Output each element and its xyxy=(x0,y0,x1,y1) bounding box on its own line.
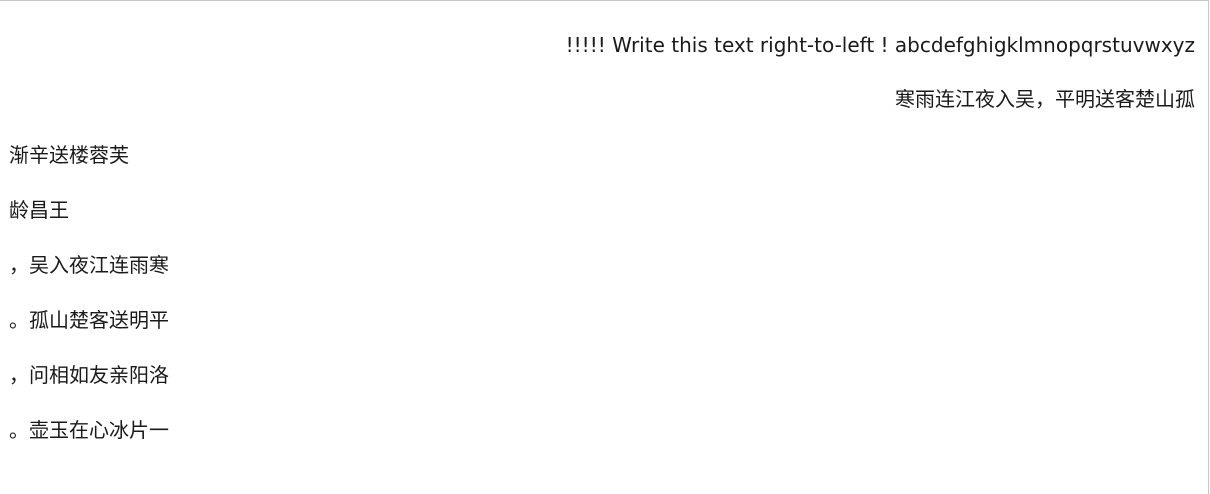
document-viewport: !!!!! Write this text right-to-left ! ab… xyxy=(0,0,1209,494)
text-line-8: 。壶玉在心冰片一 xyxy=(9,418,169,442)
text-line-6: 。孤山楚客送明平 xyxy=(9,308,169,332)
text-line-7: ，问相如友亲阳洛 xyxy=(9,363,169,387)
text-line-5: ，吴入夜江连雨寒 xyxy=(9,253,169,277)
text-line-4: 龄昌王 xyxy=(9,198,69,222)
text-line-1: !!!!! Write this text right-to-left ! ab… xyxy=(565,33,1195,57)
text-line-3: 渐辛送楼蓉芙 xyxy=(9,143,129,167)
text-line-2: 寒雨连江夜入吴，平明送客楚山孤 xyxy=(895,87,1195,111)
